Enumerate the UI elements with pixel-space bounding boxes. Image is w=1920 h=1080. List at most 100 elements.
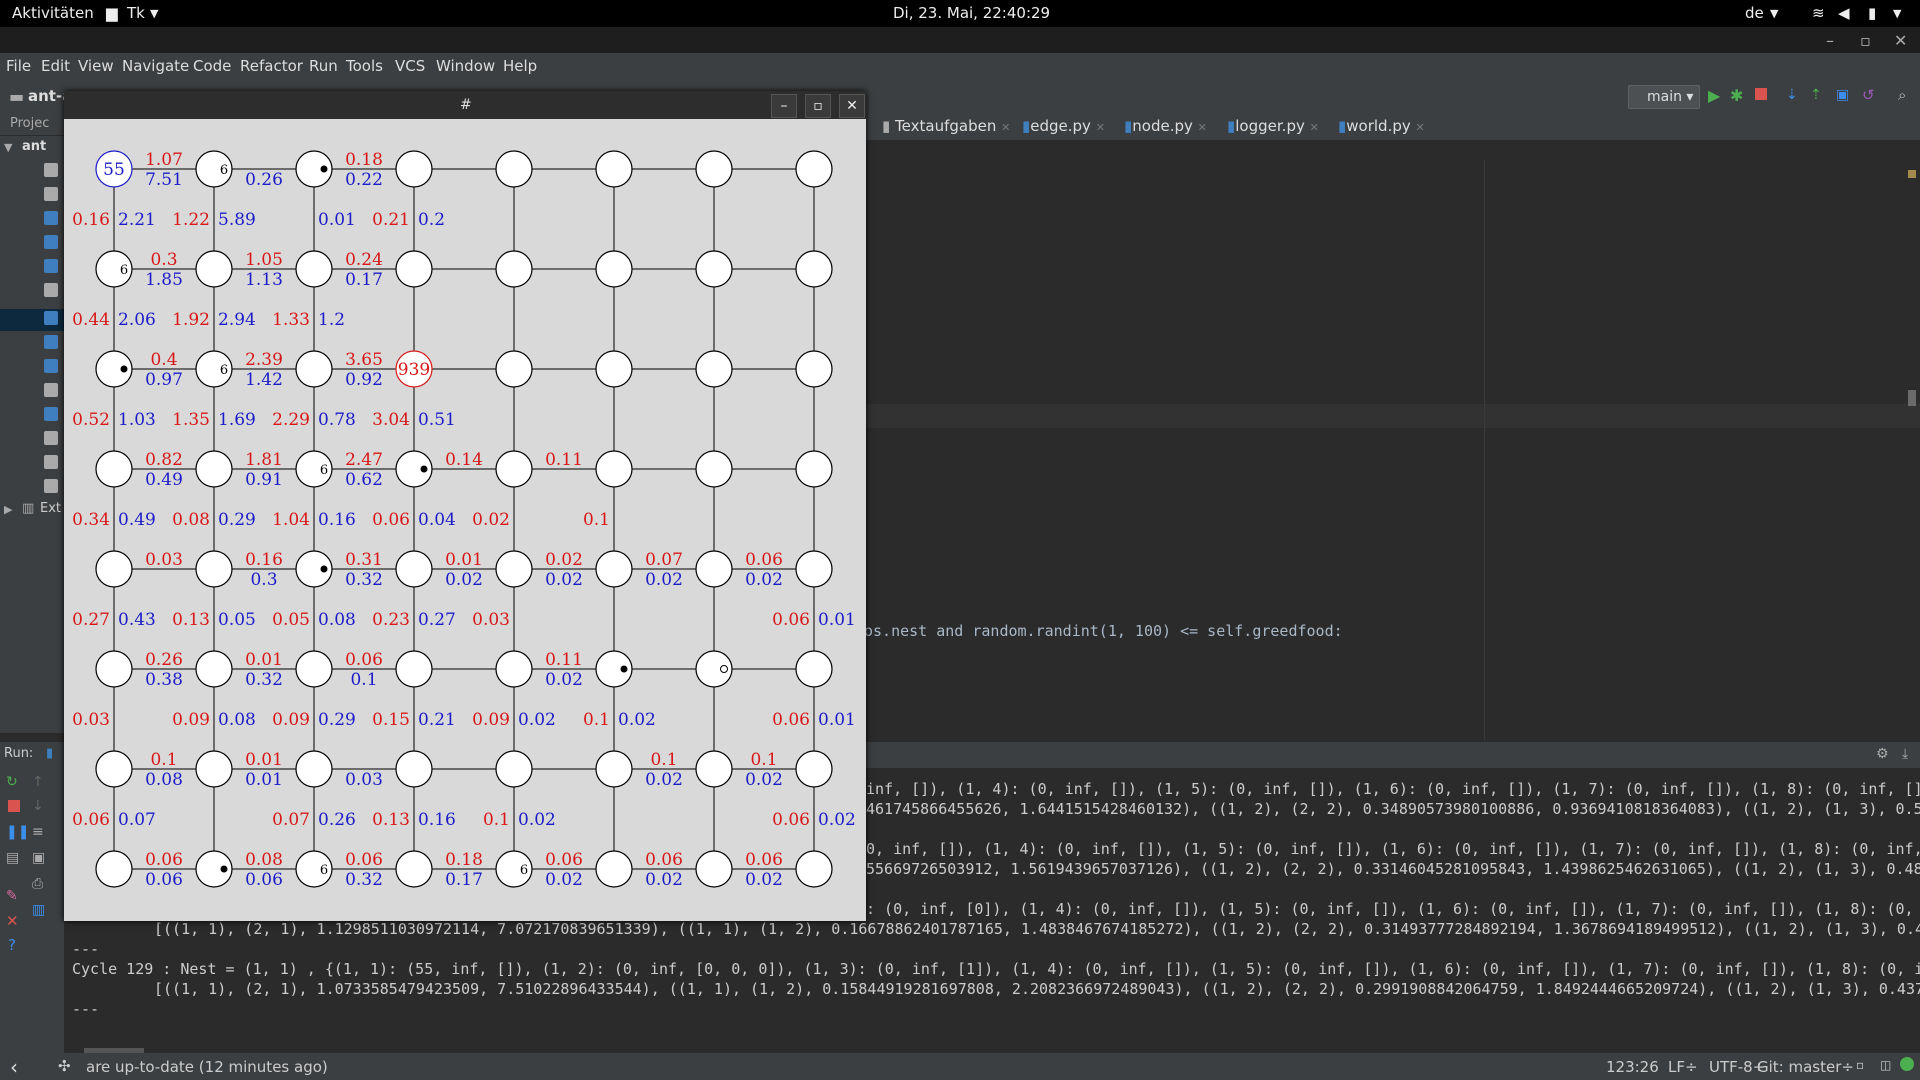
stop-icon[interactable] (1755, 88, 1767, 100)
hide-panel-icon[interactable]: ⤓ (1902, 746, 1908, 762)
close-icon[interactable]: ✕ (1894, 31, 1907, 50)
stop-icon[interactable] (8, 800, 20, 812)
pheromone-label: 0.01 (445, 550, 483, 570)
down-icon[interactable]: ↓ (32, 798, 44, 814)
run-icon[interactable]: ▶ (1708, 86, 1720, 105)
line-separator[interactable]: LF÷ (1668, 1058, 1698, 1076)
gear-icon[interactable]: ⚙ (1876, 746, 1889, 762)
ide-title-bar: – ▫ ✕ (0, 27, 1920, 53)
print-icon[interactable]: ⎙ (32, 876, 43, 892)
python-file-icon[interactable] (44, 259, 58, 273)
lock-icon[interactable]: ▫ (1856, 1058, 1864, 1072)
scroll-end-icon[interactable]: ▣ (32, 850, 45, 866)
minimize-icon[interactable]: – (1826, 31, 1834, 50)
distance-label: 0.02 (545, 670, 583, 690)
tk-title-bar[interactable]: # – ▫ ✕ (64, 91, 866, 119)
tab-edge-py[interactable]: ▮edge.py ✕ (1022, 117, 1105, 135)
event-log-icon[interactable] (1900, 1057, 1914, 1071)
clock[interactable]: Di, 23. Mai, 22:40:29 (893, 4, 1050, 22)
menu-code[interactable]: Code (193, 57, 231, 75)
menu-file[interactable]: File (6, 57, 31, 75)
tab-world-py[interactable]: ▮world.py ✕ (1338, 117, 1425, 135)
minimize-icon[interactable]: – (771, 94, 797, 118)
inspector-icon[interactable]: ◫ (1880, 1058, 1891, 1072)
python-file-icon[interactable] (44, 359, 58, 373)
python-file-icon[interactable] (44, 235, 58, 249)
close-icon[interactable]: ✕ (6, 912, 19, 930)
tk-window[interactable]: # – ▫ ✕ 1.07 7.51 0.26 0.18 0.22 0.3 1.85 1.05 1… (64, 91, 866, 921)
distance-label: 0.02 (645, 770, 683, 790)
rerun-icon[interactable]: ↻ (6, 774, 18, 790)
close-icon[interactable]: ✕ (1096, 121, 1105, 134)
activities-button[interactable]: Aktivitäten (12, 4, 94, 22)
expand-icon[interactable]: ▶ (4, 503, 12, 516)
code-line[interactable]: os.nest and random.randint(1, 100) <= se… (864, 622, 1343, 640)
dump-icon[interactable]: ▤ (6, 850, 19, 866)
debug-icon[interactable]: ✱ (1730, 86, 1743, 105)
puzzle-icon[interactable]: ✣ (58, 1057, 71, 1075)
file-icon[interactable] (44, 431, 58, 445)
file-icon[interactable] (44, 455, 58, 469)
ant-colony-canvas[interactable]: 1.077.51 0.260.180.220.31.851.051.130.240… (64, 119, 866, 921)
close-icon[interactable]: ✕ (1001, 121, 1010, 134)
menu-navigate[interactable]: Navigate (122, 57, 189, 75)
trash-icon[interactable]: ▥ (32, 902, 45, 918)
vcs-update-icon[interactable]: ⇣ (1786, 87, 1798, 103)
code-editor[interactable]: os.nest and random.randint(1, 100) <= se… (864, 140, 1920, 740)
wrap-icon[interactable]: ≡ (32, 824, 44, 840)
vcs-commit-icon[interactable]: ⇡ (1810, 87, 1822, 103)
close-icon[interactable]: ✕ (1310, 121, 1319, 134)
vcs-history-icon[interactable]: ▣ (1836, 87, 1849, 103)
maximize-icon[interactable]: ▫ (805, 94, 831, 118)
search-icon[interactable]: ⌕ (1898, 86, 1906, 104)
menu-window[interactable]: Window (436, 57, 495, 75)
menu-view[interactable]: View (78, 57, 114, 75)
tab-logger-py[interactable]: ▮logger.py ✕ (1227, 117, 1319, 135)
close-icon[interactable]: ✕ (839, 94, 865, 118)
keyboard-layout[interactable]: de (1745, 4, 1764, 22)
menu-tools[interactable]: Tools (346, 57, 383, 75)
file-icon[interactable] (44, 283, 58, 297)
menu-run[interactable]: Run (309, 57, 338, 75)
scrollbar-thumb[interactable] (1908, 390, 1916, 406)
pheromone-label: 0.03 (472, 610, 510, 630)
file-icon[interactable] (44, 479, 58, 493)
pin-icon[interactable]: ✎ (6, 888, 18, 904)
python-file-icon[interactable]: ▮ (46, 746, 53, 761)
file-icon[interactable] (44, 163, 58, 177)
up-icon[interactable]: ↑ (32, 774, 44, 790)
tree-root[interactable]: ant (22, 139, 46, 154)
git-branch[interactable]: Git: master÷ (1757, 1058, 1854, 1076)
run-config-select[interactable]: main ▾ (1628, 85, 1700, 109)
menu-help[interactable]: Help (503, 57, 537, 75)
pheromone-label: 3.65 (345, 350, 383, 370)
grid-node (295, 750, 333, 788)
menu-refactor[interactable]: Refactor (240, 57, 303, 75)
grid-node (595, 550, 633, 588)
expand-icon[interactable]: ▼ (4, 141, 12, 154)
menu-vcs[interactable]: VCS (395, 57, 425, 75)
revert-icon[interactable]: ↺ (1862, 86, 1875, 104)
tab-textaufgaben[interactable]: ▮ Textaufgaben ✕ (882, 117, 1010, 135)
grid-node (595, 750, 633, 788)
project-tool-label[interactable]: Projec (10, 116, 49, 131)
status-message[interactable]: are up-to-date (12 minutes ago) (86, 1058, 328, 1076)
python-file-icon[interactable] (44, 311, 58, 325)
file-icon[interactable] (44, 187, 58, 201)
tab-node-py[interactable]: ▮node.py ✕ (1124, 117, 1207, 135)
external-libraries-label[interactable]: Ext (40, 501, 61, 516)
pause-icon[interactable]: ❚❚ (6, 824, 29, 840)
close-icon[interactable]: ✕ (1416, 121, 1425, 134)
python-file-icon[interactable] (44, 407, 58, 421)
close-icon[interactable]: ✕ (1198, 121, 1207, 134)
python-file-icon[interactable] (44, 335, 58, 349)
maximize-icon[interactable]: ▫ (1860, 31, 1871, 50)
help-icon[interactable]: ? (8, 936, 16, 954)
python-file-icon[interactable] (44, 211, 58, 225)
back-icon[interactable]: ‹ (10, 1055, 18, 1079)
caret-position[interactable]: 123:26 (1606, 1058, 1659, 1076)
menu-edit[interactable]: Edit (41, 57, 70, 75)
warning-marker[interactable] (1908, 170, 1916, 178)
file-icon[interactable] (44, 383, 58, 397)
app-menu[interactable]: Tk (127, 4, 145, 22)
